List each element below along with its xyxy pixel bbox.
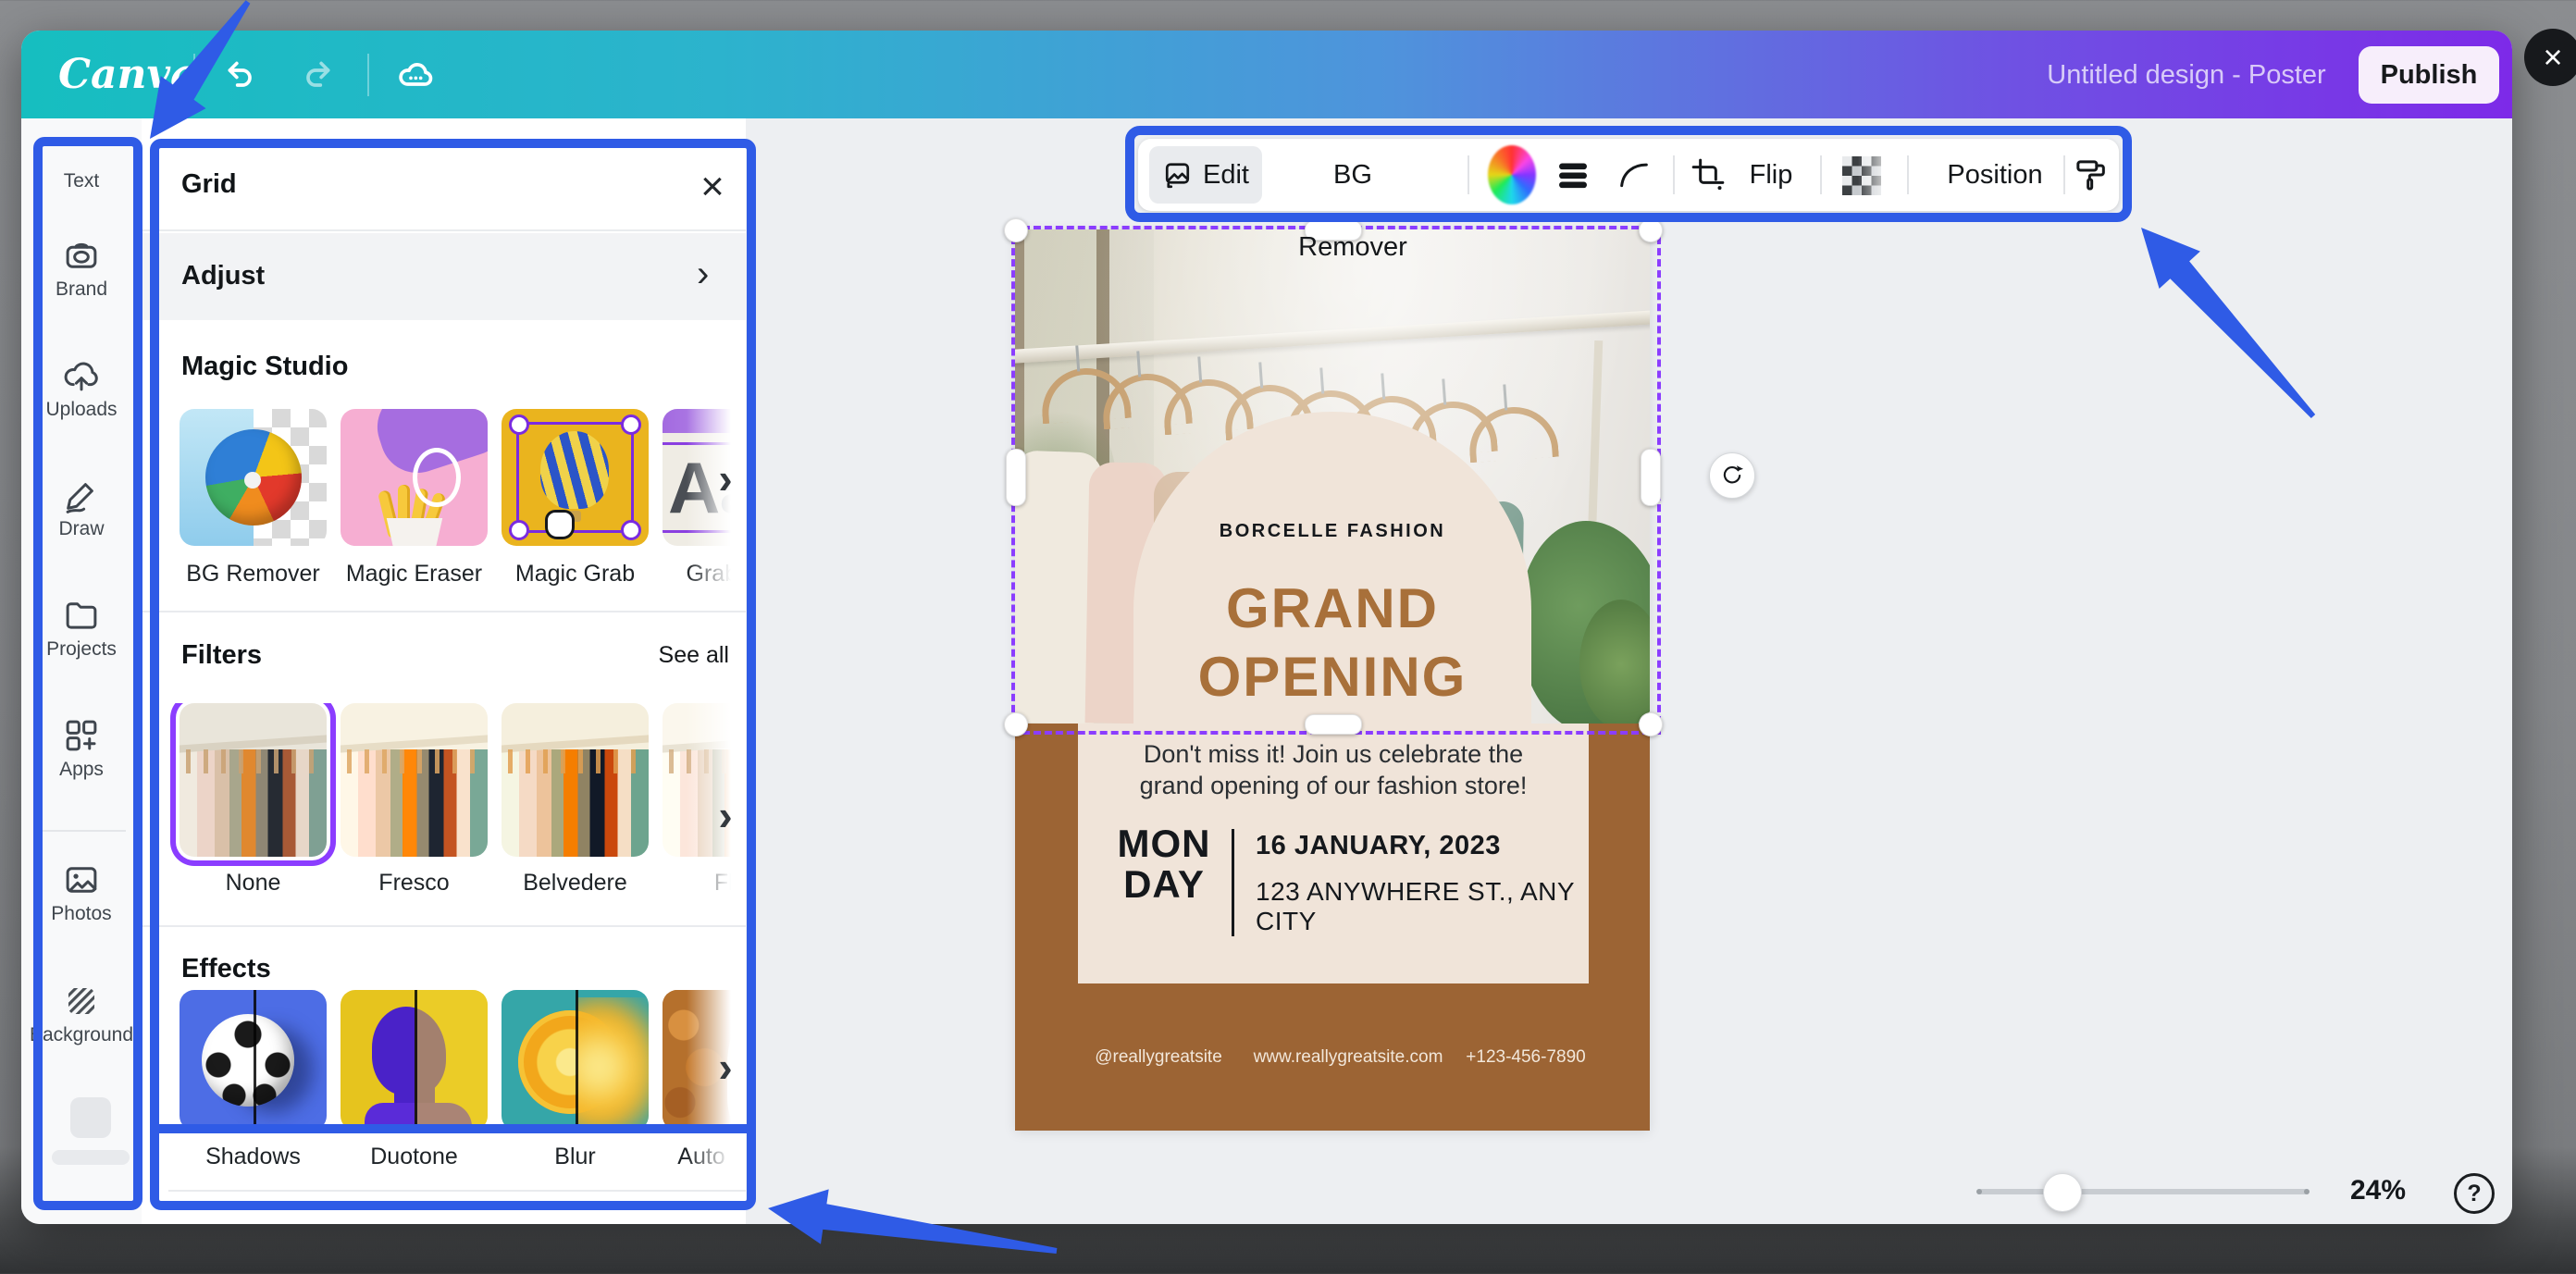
zoom-slider-track[interactable] bbox=[1978, 1189, 2308, 1194]
annotation-box-panel bbox=[150, 139, 756, 1210]
header-divider bbox=[367, 54, 369, 96]
poster-body-line1: Don't miss it! Join us celebrate the bbox=[1078, 740, 1589, 769]
zoom-track-start-dot bbox=[1976, 1189, 1982, 1194]
zoom-track-end-dot bbox=[2304, 1189, 2310, 1194]
resize-handle-left[interactable] bbox=[1006, 449, 1026, 506]
poster-address: 123 ANYWHERE ST., ANY CITY bbox=[1256, 877, 1589, 936]
poster-day-line1: MON bbox=[1106, 823, 1222, 864]
poster-body-line2: grand opening of our fashion store! bbox=[1078, 772, 1589, 800]
canva-logo[interactable]: Canva bbox=[58, 51, 169, 99]
poster-divider bbox=[1232, 829, 1234, 936]
rotate-icon bbox=[1719, 463, 1745, 489]
resize-handle-bottom-right[interactable] bbox=[1639, 712, 1663, 736]
undo-icon bbox=[222, 56, 259, 93]
undo-button[interactable] bbox=[215, 49, 266, 101]
rotate-handle[interactable] bbox=[1709, 452, 1755, 499]
header-divider bbox=[193, 54, 195, 96]
close-window-button[interactable]: × bbox=[2524, 29, 2576, 86]
resize-handle-top-left[interactable] bbox=[1004, 218, 1028, 242]
poster-day-line2: DAY bbox=[1106, 864, 1222, 905]
resize-handle-right[interactable] bbox=[1641, 449, 1661, 506]
poster-info-panel: Don't miss it! Join us celebrate the gra… bbox=[1078, 724, 1589, 983]
poster-phone: +123-456-7890 bbox=[1415, 1047, 1637, 1068]
resize-handle-bottom[interactable] bbox=[1305, 714, 1362, 735]
image-selection-border bbox=[1011, 226, 1661, 735]
cloud-sync-button[interactable] bbox=[390, 49, 441, 101]
header-bar: Canva Untitled design - Poster Publish bbox=[21, 31, 2512, 118]
zoom-level-label[interactable]: 24% bbox=[2332, 1175, 2424, 1206]
redo-button[interactable] bbox=[291, 49, 343, 101]
zoom-slider-thumb[interactable] bbox=[2043, 1173, 2082, 1212]
redo-icon bbox=[299, 56, 336, 93]
poster-social-handle: @reallygreatsite bbox=[1047, 1047, 1269, 1068]
help-button[interactable]: ? bbox=[2454, 1173, 2495, 1214]
annotation-box-toolbar bbox=[1125, 126, 2132, 222]
document-title[interactable]: Untitled design - Poster bbox=[2038, 61, 2334, 89]
resize-handle-bottom-left[interactable] bbox=[1004, 712, 1028, 736]
cloud-sync-icon bbox=[397, 56, 434, 93]
poster-date: 16 JANUARY, 2023 bbox=[1256, 831, 1501, 861]
annotation-line-panel-bottom bbox=[150, 1124, 756, 1133]
annotation-box-sidebar bbox=[33, 137, 142, 1210]
publish-button[interactable]: Publish bbox=[2359, 46, 2499, 104]
